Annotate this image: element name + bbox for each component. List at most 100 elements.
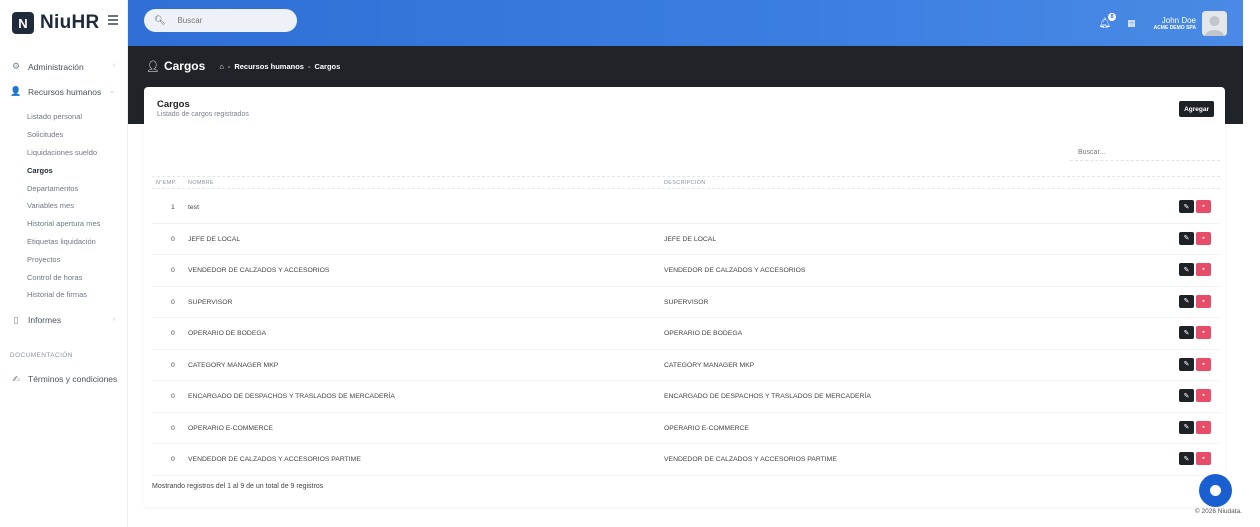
sidebar-item-recursos-humanos[interactable]: 👤 Recursos humanos ⌄ bbox=[0, 79, 127, 104]
sidebar-subitem[interactable]: Historial apertura mes bbox=[0, 215, 127, 233]
trash-icon: ▪ bbox=[1202, 297, 1205, 305]
add-button[interactable]: Agregar bbox=[1179, 101, 1214, 117]
home-icon[interactable]: ⌂ bbox=[219, 62, 224, 71]
page-heading: 👤︎ Cargos ⌂ - Recursos humanos - Cargos bbox=[146, 59, 340, 73]
edit-button[interactable]: ✎ bbox=[1179, 200, 1194, 213]
sidebar-subitem[interactable]: Etiquetas liquidación bbox=[0, 233, 127, 251]
sidebar-subitem[interactable]: Departamentos bbox=[0, 179, 127, 197]
breadcrumb: ⌂ - Recursos humanos - Cargos bbox=[219, 62, 340, 71]
column-header-name[interactable]: NOMBRE bbox=[188, 180, 214, 186]
sidebar-subitem[interactable]: Control de horas bbox=[0, 268, 127, 286]
wrench-icon: ✎ bbox=[1183, 361, 1190, 368]
page-title: Cargos bbox=[163, 59, 206, 73]
trash-icon: ▪ bbox=[1202, 234, 1205, 242]
apps-grid-icon[interactable]: ▦ bbox=[1127, 18, 1136, 29]
edit-button[interactable]: ✎ bbox=[1179, 326, 1194, 339]
menu-toggle-icon[interactable] bbox=[108, 15, 118, 27]
table-search-input[interactable] bbox=[1078, 149, 1208, 156]
user-name: John Doe bbox=[1161, 15, 1196, 25]
sidebar-subitem[interactable]: Solicitudes bbox=[0, 126, 127, 144]
global-search[interactable]: 🔍︎ bbox=[144, 9, 297, 32]
sidebar-item-label: Informes bbox=[28, 315, 62, 326]
delete-button[interactable]: ▪ bbox=[1196, 200, 1211, 213]
table-row: 0 SUPERVISOR SUPERVISOR ✎ ▪ bbox=[152, 287, 1220, 318]
column-header-description[interactable]: DESCRIPCIÓN bbox=[664, 180, 706, 186]
search-icon: 🔍︎ bbox=[154, 15, 166, 25]
copyright: © 2026 Niudata. bbox=[1194, 508, 1242, 515]
chat-fab-button[interactable] bbox=[1199, 474, 1232, 507]
cell-description: CATEGORY MANAGER MKP bbox=[664, 361, 755, 369]
cell-name: OPERARIO DE BODEGA bbox=[188, 330, 267, 337]
table-header: N°EMP. NOMBRE DESCRIPCIÓN bbox=[152, 176, 1220, 189]
cell-name: test bbox=[188, 204, 199, 211]
cell-count: 0 bbox=[171, 361, 175, 369]
wrench-icon: ✎ bbox=[1183, 455, 1190, 463]
table-row: 0 OPERARIO E-COMMERCE OPERARIO E-COMMERCE ✎… bbox=[152, 413, 1220, 444]
delete-button[interactable]: ▪ bbox=[1196, 294, 1211, 308]
cell-description: JEFE DE LOCAL bbox=[664, 235, 717, 243]
cell-name: CATEGORY MANAGER MKP bbox=[188, 361, 279, 369]
cell-description: VENDEDOR DE CALZADOS Y ACCESORIOS bbox=[664, 267, 806, 274]
trash-icon: ▪ bbox=[1202, 392, 1205, 399]
cell-description: ENCARGADO DE DESPACHOS Y TRASLADOS DE ME… bbox=[664, 393, 871, 400]
sidebar-item-label: Recursos humanos bbox=[28, 86, 102, 97]
edit-button[interactable]: ✎ bbox=[1179, 231, 1194, 245]
breadcrumb-item[interactable]: Recursos humanos bbox=[234, 62, 304, 71]
sidebar-subitem[interactable]: Variables mes bbox=[0, 197, 127, 215]
table-row: 1 test ✎ ▪ bbox=[152, 192, 1220, 224]
trash-icon: ▪ bbox=[1202, 423, 1205, 431]
user-info[interactable]: John Doe ACME DEMO SPA bbox=[1154, 16, 1196, 31]
card-title: Cargos bbox=[157, 99, 190, 110]
sidebar-subitem[interactable]: Listado personal bbox=[0, 108, 127, 126]
edit-button[interactable]: ✎ bbox=[1179, 357, 1194, 371]
user-tie-icon: 👤︎ bbox=[146, 60, 160, 73]
delete-button[interactable]: ▪ bbox=[1196, 420, 1211, 434]
trash-icon: ▪ bbox=[1202, 360, 1205, 368]
edit-button[interactable]: ✎ bbox=[1179, 420, 1194, 434]
edit-button[interactable]: ✎ bbox=[1179, 452, 1194, 465]
card-subtitle: Listado de cargos registrados bbox=[157, 111, 249, 118]
edit-button[interactable]: ✎ bbox=[1179, 389, 1194, 402]
section-label-documentacion: DOCUMENTACIÓN bbox=[10, 352, 73, 360]
cell-name: ENCARGADO DE DESPACHOS Y TRASLADOS DE ME… bbox=[188, 393, 395, 400]
cell-name: JEFE DE LOCAL bbox=[188, 235, 241, 243]
sidebar-subitem[interactable]: Liquidaciones sueldo bbox=[0, 144, 127, 162]
cargos-card: Cargos Listado de cargos registrados Agr… bbox=[144, 87, 1225, 507]
delete-button[interactable]: ▪ bbox=[1196, 389, 1211, 402]
delete-button[interactable]: ▪ bbox=[1196, 452, 1211, 465]
avatar[interactable] bbox=[1202, 10, 1227, 36]
row-actions: ✎ ▪ bbox=[1179, 231, 1211, 245]
column-header-count[interactable]: N°EMP. bbox=[156, 180, 177, 186]
table-row: 0 VENDEDOR DE CALZADOS Y ACCESORIOS PARTI… bbox=[152, 444, 1220, 476]
table-search[interactable] bbox=[1070, 145, 1220, 161]
trash-icon: ▪ bbox=[1202, 329, 1205, 336]
delete-button[interactable]: ▪ bbox=[1196, 263, 1211, 276]
sidebar-item-administracion[interactable]: ⚙ Administración › bbox=[0, 54, 127, 79]
delete-button[interactable]: ▪ bbox=[1196, 326, 1211, 339]
breadcrumb-separator: - bbox=[307, 61, 311, 71]
sidebar-item-informes[interactable]: ▯ Informes › bbox=[0, 308, 127, 333]
global-search-input[interactable] bbox=[177, 16, 288, 25]
delete-button[interactable]: ▪ bbox=[1196, 357, 1211, 371]
sidebar-item-terminos[interactable]: ✍ Términos y condiciones bbox=[0, 367, 127, 392]
sidebar-subitem-active[interactable]: Cargos bbox=[0, 161, 127, 179]
sidebar-subitem[interactable]: Historial de firmas bbox=[0, 286, 127, 304]
cell-description: OPERARIO E-COMMERCE bbox=[664, 424, 749, 432]
wrench-icon: ✎ bbox=[1183, 392, 1190, 400]
logo-mark: N bbox=[12, 12, 34, 34]
wrench-icon: ✎ bbox=[1183, 424, 1190, 431]
delete-button[interactable]: ▪ bbox=[1196, 231, 1211, 245]
sidebar-subitem[interactable]: Proyectos bbox=[0, 250, 127, 268]
cell-name: OPERARIO E-COMMERCE bbox=[188, 424, 273, 432]
wrench-icon: ✎ bbox=[1183, 266, 1190, 274]
row-actions: ✎ ▪ bbox=[1179, 389, 1211, 402]
brand-name: NiuHR bbox=[40, 12, 100, 33]
sidebar: N NiuHR ⚙ Administración › 👤 Recursos hu… bbox=[0, 0, 128, 527]
edit-button[interactable]: ✎ bbox=[1179, 294, 1194, 308]
edit-button[interactable]: ✎ bbox=[1179, 263, 1194, 276]
cell-count: 0 bbox=[171, 330, 175, 337]
table-row: 0 CATEGORY MANAGER MKP CATEGORY MANAGER MK… bbox=[152, 350, 1220, 381]
table-info: Mostrando registros del 1 al 9 de un tot… bbox=[152, 483, 324, 490]
breadcrumb-item-current: Cargos bbox=[314, 61, 341, 71]
notifications-button[interactable]: 🔔︎ 8 bbox=[1098, 12, 1117, 29]
